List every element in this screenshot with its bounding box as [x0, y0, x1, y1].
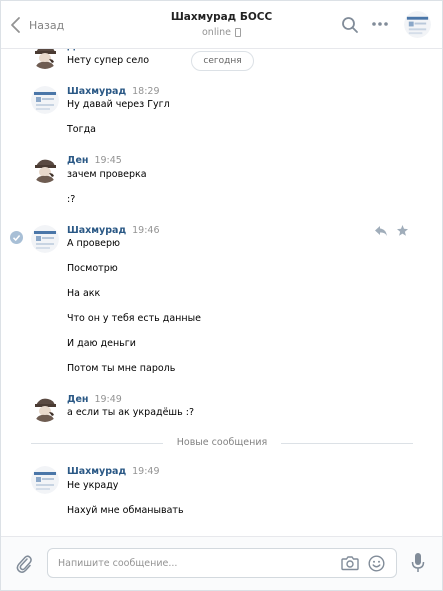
message-text: Потом ты мне пароль — [67, 363, 176, 374]
mobile-phone-icon — [234, 28, 241, 37]
sherlock-avatar[interactable] — [31, 155, 59, 183]
chat-header: Назад Шахмурад БОСС online — [1, 1, 442, 49]
message-author[interactable]: Ден 19:49 — [67, 394, 122, 405]
message-text: На акк — [67, 288, 101, 299]
message-time: 18:29 — [132, 86, 160, 97]
message-text: Нахуй мне обманывать — [67, 505, 184, 516]
microphone-icon[interactable] — [411, 552, 425, 574]
author-name[interactable]: Ден — [67, 155, 88, 166]
message-text: Тогда — [67, 124, 96, 135]
status-text: online — [202, 27, 231, 38]
message-author[interactable]: Ден 19:45 — [67, 155, 122, 166]
author-name[interactable]: Шахмурад — [67, 86, 126, 97]
profile-avatar[interactable] — [31, 86, 59, 114]
more-dots-icon[interactable] — [371, 19, 389, 29]
new-messages-divider: Новые сообщения — [31, 437, 413, 449]
camera-icon[interactable] — [341, 555, 359, 571]
message-time: 19:49 — [132, 466, 160, 477]
paperclip-icon[interactable] — [15, 554, 33, 574]
profile-avatar[interactable] — [31, 466, 59, 494]
message-input[interactable] — [58, 555, 328, 571]
message-text: зачем проверка — [67, 169, 147, 180]
new-messages-label: Новые сообщения — [176, 437, 268, 448]
message-text: Не украду — [67, 480, 119, 491]
message-time: 19:46 — [132, 225, 160, 236]
smile-icon[interactable] — [368, 555, 385, 572]
check-icon[interactable] — [10, 231, 23, 244]
message-input-wrapper[interactable] — [47, 548, 397, 578]
sherlock-avatar[interactable] — [31, 394, 59, 422]
message-text: :? — [67, 194, 76, 205]
message-text: А проверю — [67, 238, 121, 249]
message-text: Ну давай через Гугл — [67, 99, 170, 110]
message-text: И даю деньги — [67, 338, 136, 349]
star-icon[interactable] — [397, 225, 408, 236]
message-time: 19:49 — [94, 394, 122, 405]
search-icon[interactable] — [341, 16, 359, 34]
message-feed[interactable]: Ден18:28 Нету супер село Шахмурад18:29 Н… — [1, 1, 442, 542]
message-author[interactable]: Шахмурад 19:46 — [67, 225, 160, 236]
profile-avatar[interactable] — [31, 225, 59, 253]
message-composer — [1, 536, 442, 590]
header-avatar[interactable] — [404, 11, 431, 38]
chat-window: Ден18:28 Нету супер село Шахмурад18:29 Н… — [0, 0, 443, 591]
author-name[interactable]: Шахмурад — [67, 225, 126, 236]
message-text: а если ты ак украдёшь :? — [67, 407, 194, 418]
message-text: Посмотрю — [67, 263, 118, 274]
message-text: Нету супер село — [67, 55, 150, 66]
message-text: Что он у тебя есть данные — [67, 313, 201, 324]
message-author[interactable]: Шахмурад 19:49 — [67, 466, 160, 477]
date-badge: сегодня — [191, 51, 254, 71]
reply-icon[interactable] — [375, 226, 387, 236]
message-time: 19:45 — [94, 155, 122, 166]
author-name[interactable]: Шахмурад — [67, 466, 126, 477]
author-name[interactable]: Ден — [67, 394, 88, 405]
message-author[interactable]: Шахмурад 18:29 — [67, 86, 160, 97]
